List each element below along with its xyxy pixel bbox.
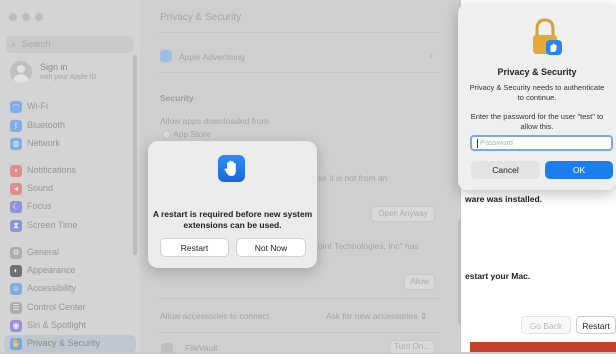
- sidebar-item-general[interactable]: ⚙ General: [4, 244, 136, 262]
- allow-apps-label: Allow apps downloaded from: [160, 116, 269, 126]
- auth-dialog-prompt: Enter the password for the user "test" t…: [470, 112, 604, 131]
- app-store-option-label: App Store: [173, 129, 211, 139]
- sidebar-item-label: Appearance: [27, 265, 76, 275]
- password-placeholder: Password: [480, 138, 513, 147]
- sidebar-item-appearance[interactable]: ◐ Appearance: [4, 262, 136, 280]
- sidebar-item-label: Notifications: [27, 165, 77, 175]
- minimize-window-button[interactable]: [22, 13, 30, 21]
- restart-dialog-message: A restart is required before new system …: [152, 209, 313, 230]
- privacy-hand-icon: [218, 155, 245, 182]
- sidebar-item-label: Sound: [27, 183, 54, 193]
- ok-button[interactable]: OK: [545, 161, 613, 179]
- sidebar-item-notifications[interactable]: ▪ Notifications: [4, 162, 136, 180]
- installer-restart-button[interactable]: Restart: [576, 316, 616, 334]
- search-placeholder: Search: [22, 39, 51, 49]
- divider: [158, 298, 440, 299]
- not-now-button[interactable]: Not Now: [236, 238, 306, 257]
- cancel-button[interactable]: Cancel: [471, 161, 540, 179]
- wifi-icon: ◠: [10, 101, 22, 113]
- search-icon: ⌕: [11, 39, 17, 49]
- speaker-icon: ◂: [10, 183, 22, 195]
- sidebar-item-accessibility[interactable]: ☺ Accessibility: [4, 280, 136, 298]
- sidebar-item-label: Network: [27, 138, 61, 148]
- search-input[interactable]: ⌕ Search: [6, 36, 133, 53]
- lock-icon: [528, 17, 566, 57]
- security-heading: Security: [160, 93, 194, 103]
- text-caret: [477, 139, 478, 148]
- sidebar-item-label: Privacy & Security: [27, 338, 101, 348]
- accessories-select[interactable]: Ask for new accessories ⇕: [326, 311, 427, 322]
- appearance-icon: ◐: [10, 265, 22, 277]
- go-back-button[interactable]: Go Back: [521, 316, 571, 334]
- accessibility-icon: ☺: [10, 283, 22, 295]
- sidebar-item-label: Siri & Spotlight: [27, 320, 87, 330]
- sign-in-subtitle: with your Apple ID: [40, 74, 97, 81]
- hand-icon: ✋: [10, 338, 22, 350]
- divider: [158, 332, 440, 333]
- installed-message: ware was installed.: [465, 194, 543, 204]
- sidebar-item-label: Wi-Fi: [27, 101, 48, 111]
- restart-button[interactable]: Restart: [160, 238, 229, 257]
- bell-icon: ▪: [10, 165, 22, 177]
- control-center-icon: ☰: [10, 302, 22, 314]
- page-title: Privacy & Security: [160, 12, 242, 23]
- sidebar-item-label: Bluetooth: [27, 120, 66, 130]
- sidebar-item-bluetooth[interactable]: ᛒ Bluetooth: [4, 117, 136, 135]
- sidebar-scrollbar[interactable]: [133, 55, 137, 255]
- blocked-software-text: se it is not from an: [318, 173, 388, 183]
- sidebar-item-privacy-security[interactable]: ✋ Privacy & Security: [4, 335, 136, 353]
- chevron-right-icon[interactable]: ›: [430, 50, 433, 60]
- accessories-select-value: Ask for new accessories: [326, 311, 418, 321]
- developer-text: oint Technologies, Inc" has: [318, 241, 419, 251]
- app-store-radio[interactable]: [162, 130, 171, 139]
- password-field[interactable]: Password: [470, 135, 613, 151]
- sidebar-item-wifi[interactable]: ◠ Wi-Fi: [4, 98, 136, 116]
- sidebar-item-network[interactable]: ◍ Network: [4, 135, 136, 153]
- sidebar-item-focus[interactable]: ☾ Focus: [4, 198, 136, 216]
- globe-icon: ◍: [10, 138, 22, 150]
- chevron-up-down-icon: ⇕: [420, 311, 428, 321]
- divider: [158, 72, 440, 73]
- moon-icon: ☾: [10, 201, 22, 213]
- bluetooth-icon: ᛒ: [10, 120, 22, 132]
- sidebar-item-label: Screen Time: [27, 220, 78, 230]
- installer-banner: [470, 342, 616, 352]
- auth-dialog-message: Privacy & Security needs to authenticate…: [469, 83, 605, 102]
- sidebar-item-label: Accessibility: [27, 283, 77, 293]
- sidebar-item-screen-time[interactable]: ⧗ Screen Time: [4, 217, 136, 235]
- sidebar-item-control-center[interactable]: ☰ Control Center: [4, 299, 136, 317]
- sidebar-item-label: Focus: [27, 201, 52, 211]
- allow-button[interactable]: Allow: [404, 274, 435, 290]
- apple-advertising-icon: [160, 50, 172, 62]
- auth-dialog-title: Privacy & Security: [497, 67, 577, 77]
- close-window-button[interactable]: [9, 13, 17, 21]
- sign-in-title[interactable]: Sign in: [40, 62, 68, 72]
- avatar[interactable]: [10, 61, 32, 83]
- zoom-window-button[interactable]: [35, 13, 43, 21]
- accessories-label: Allow accessories to connect: [160, 311, 270, 321]
- sidebar-item-sound[interactable]: ◂ Sound: [4, 180, 136, 198]
- apple-advertising-label[interactable]: Apple Advertising: [179, 52, 245, 62]
- sidebar-item-label: General: [27, 247, 60, 257]
- sidebar-item-siri-spotlight[interactable]: ◉ Siri & Spotlight: [4, 317, 136, 335]
- sidebar-item-label: Control Center: [27, 302, 86, 312]
- restart-mac-message: estart your Mac.: [465, 271, 531, 281]
- open-anyway-button[interactable]: Open Anyway: [371, 206, 435, 222]
- siri-icon: ◉: [10, 320, 22, 332]
- hourglass-icon: ⧗: [10, 220, 22, 232]
- gear-icon: ⚙: [10, 247, 22, 259]
- divider: [158, 32, 440, 33]
